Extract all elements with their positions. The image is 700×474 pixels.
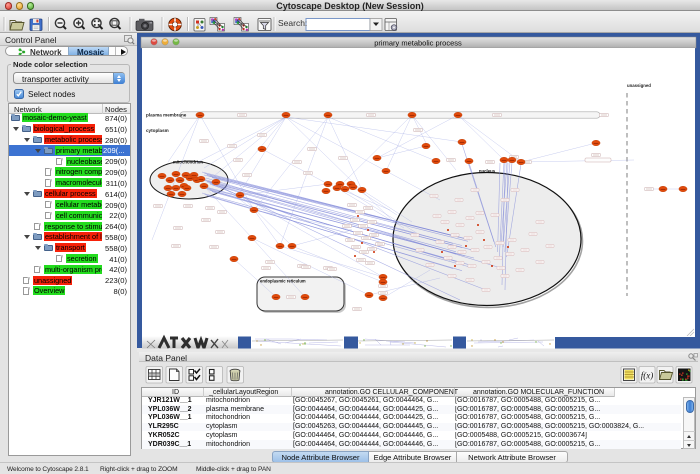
svg-text:f(x): f(x) xyxy=(641,371,654,381)
svg-text:cytoplasm: cytoplasm xyxy=(146,128,169,133)
svg-text:nucleus: nucleus xyxy=(479,169,496,174)
svg-text:endoplasmic reticulum: endoplasmic reticulum xyxy=(260,279,306,284)
svg-text:primary metabolic process: primary metabolic process xyxy=(374,39,462,48)
svg-text:mitochondrion: mitochondrion xyxy=(173,160,203,165)
svg-text:unassigned: unassigned xyxy=(627,83,651,88)
svg-text:plasma membrane: plasma membrane xyxy=(146,113,187,118)
